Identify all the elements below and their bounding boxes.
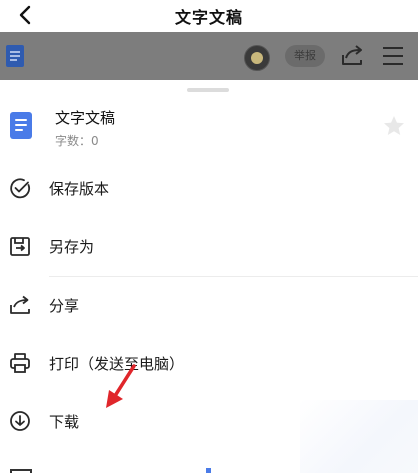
menu-item-label: 另存为: [49, 238, 95, 256]
chevron-left-icon: [19, 5, 31, 25]
check-circle-icon: [10, 178, 30, 199]
document-icon: [6, 45, 24, 67]
more-icon: [10, 469, 32, 473]
page-title: 文字文稿: [174, 8, 243, 27]
hamburger-menu-icon: [383, 47, 403, 65]
menu-item-label: 分享: [49, 297, 80, 315]
corner-highlight: [300, 400, 418, 473]
menu-item-share[interactable]: 分享: [0, 277, 418, 333]
share-icon: [342, 45, 362, 65]
avatar[interactable]: [244, 45, 270, 71]
word-count: 字数：0: [55, 134, 99, 148]
annotation-arrow-icon: [106, 364, 136, 408]
printer-icon: [10, 353, 30, 373]
file-title: 文字文稿: [55, 109, 116, 127]
share-icon: [10, 295, 30, 314]
star-icon: [384, 116, 404, 135]
file-header: 文字文稿 字数：0: [0, 98, 418, 154]
top-nav-bar: 文字文稿: [0, 0, 418, 32]
download-icon: [10, 411, 30, 431]
document-toolbar: 举报: [0, 32, 418, 80]
back-button[interactable]: [14, 3, 36, 27]
toolbar-menu-button[interactable]: [381, 45, 405, 71]
save-as-icon: [10, 237, 30, 256]
toolbar-share-button[interactable]: [340, 43, 366, 71]
menu-item-label: 保存版本: [49, 180, 110, 198]
menu-item-save-version[interactable]: 保存版本: [0, 160, 418, 216]
menu-item-print[interactable]: 打印（发送至电脑）: [0, 335, 418, 391]
sheet-drag-handle[interactable]: [187, 88, 229, 92]
menu-item-label: 下载: [49, 413, 80, 431]
report-button[interactable]: 举报: [285, 45, 325, 67]
document-icon: [10, 112, 32, 139]
menu-item-save-as[interactable]: 另存为: [0, 218, 418, 274]
accent-marker: [206, 468, 211, 473]
favorite-button[interactable]: [382, 114, 406, 142]
